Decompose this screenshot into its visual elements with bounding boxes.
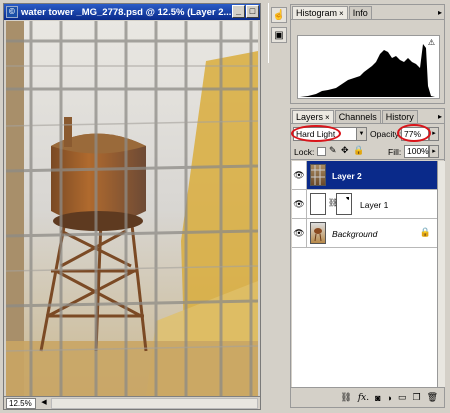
- layer-row-layer-1[interactable]: 👁 ⛓ Layer 1: [292, 190, 437, 219]
- layer-row-background[interactable]: 👁 Background 🔒: [292, 219, 437, 248]
- histogram-tabs: Histogram × Info ▸: [291, 5, 444, 20]
- tab-histogram[interactable]: Histogram ×: [292, 6, 348, 19]
- panel-menu-icon[interactable]: ▸: [438, 7, 444, 19]
- document-titlebar[interactable]: © water tower _MG_2778.psd @ 12.5% (Laye…: [4, 4, 260, 20]
- add-mask-icon[interactable]: ◙: [375, 393, 380, 403]
- water-tower-image: [6, 21, 258, 398]
- layer-thumbnail: [310, 164, 326, 186]
- lock-icon: 🔒: [419, 227, 431, 237]
- lock-label: Lock:: [294, 147, 315, 157]
- lock-row: Lock: ✎ ✥ 🔒 Fill: 100% ▸: [291, 143, 444, 160]
- fill-slider-button[interactable]: ▸: [429, 145, 439, 158]
- layers-panel: Layers × Channels History ▸ Hard Light ▼ O…: [290, 108, 445, 408]
- tab-history[interactable]: History: [381, 110, 418, 123]
- histogram-graph: ⚠: [297, 35, 440, 99]
- document-title: water tower _MG_2778.psd @ 12.5% (Layer …: [21, 6, 232, 18]
- layer-name[interactable]: Layer 2: [332, 171, 362, 181]
- photoshop-doc-icon: ©: [6, 6, 18, 18]
- minimize-button[interactable]: _: [232, 5, 245, 18]
- fill-label: Fill:: [388, 147, 402, 157]
- link-layers-icon[interactable]: ⛓: [340, 392, 351, 403]
- scroll-left-arrow-icon[interactable]: ◀: [39, 398, 49, 409]
- histogram-plot: [300, 44, 435, 97]
- layer-mask-thumbnail[interactable]: [336, 193, 352, 215]
- layer-name[interactable]: Layer 1: [360, 200, 388, 210]
- document-statusbar: 12.5% ◀: [4, 396, 260, 409]
- maximize-button[interactable]: □: [246, 5, 259, 18]
- warning-icon[interactable]: ⚠: [428, 38, 435, 47]
- tool-preset-icon[interactable]: ▣: [271, 27, 287, 43]
- adjustment-layer-icon[interactable]: ◑: [387, 393, 392, 403]
- eye-icon[interactable]: 👁: [292, 161, 307, 189]
- histogram-panel: Histogram × Info ▸ ⚠: [290, 4, 445, 104]
- layer-name[interactable]: Background: [332, 229, 377, 239]
- fill-field[interactable]: 100%: [404, 145, 429, 158]
- close-icon[interactable]: ×: [325, 113, 330, 122]
- trash-icon[interactable]: 🗑: [427, 392, 438, 403]
- document-window: © water tower _MG_2778.psd @ 12.5% (Laye…: [3, 3, 261, 410]
- layer-list-scrollbar[interactable]: [437, 161, 445, 387]
- horizontal-scrollbar[interactable]: [51, 397, 258, 409]
- opacity-annotation: [397, 124, 431, 142]
- lock-transparency-checkbox[interactable]: [317, 147, 326, 156]
- blend-mode-annotation: [291, 125, 341, 142]
- tab-layers[interactable]: Layers ×: [292, 110, 334, 123]
- chevron-down-icon: ▼: [356, 128, 366, 140]
- brush-icon[interactable]: ✎: [329, 145, 337, 156]
- eye-icon[interactable]: 👁: [292, 190, 307, 218]
- blend-options-row: Hard Light ▼ Opacity: 77% ▸: [291, 124, 444, 143]
- close-icon[interactable]: ×: [339, 9, 344, 18]
- new-group-icon[interactable]: ▭: [398, 392, 407, 403]
- path-selection-icon[interactable]: ☝: [271, 7, 287, 23]
- lock-icon[interactable]: 🔒: [353, 145, 364, 156]
- layer-row-layer-2[interactable]: 👁 Layer 2: [292, 161, 437, 190]
- zoom-field[interactable]: 12.5%: [6, 397, 36, 409]
- layer-thumbnail: [310, 193, 326, 215]
- layer-style-icon[interactable]: fx.: [358, 393, 369, 403]
- tab-info[interactable]: Info: [348, 6, 372, 19]
- tab-channels[interactable]: Channels: [334, 110, 381, 123]
- layers-tabs: Layers × Channels History ▸: [291, 109, 444, 124]
- panel-menu-icon[interactable]: ▸: [438, 111, 444, 123]
- eye-icon[interactable]: 👁: [292, 219, 307, 247]
- image-canvas[interactable]: [6, 21, 258, 398]
- new-layer-icon[interactable]: ❐: [412, 392, 420, 403]
- move-icon[interactable]: ✥: [341, 145, 349, 156]
- layers-bottom-bar: ⛓ fx. ◙ ◑ ▭ ❐ 🗑: [291, 387, 444, 407]
- layer-thumbnail: [310, 222, 326, 244]
- layer-list: 👁 Layer 2 👁 ⛓ Layer 1 👁 Background 🔒: [292, 161, 437, 387]
- palette-well: ☝ ▣: [268, 3, 288, 63]
